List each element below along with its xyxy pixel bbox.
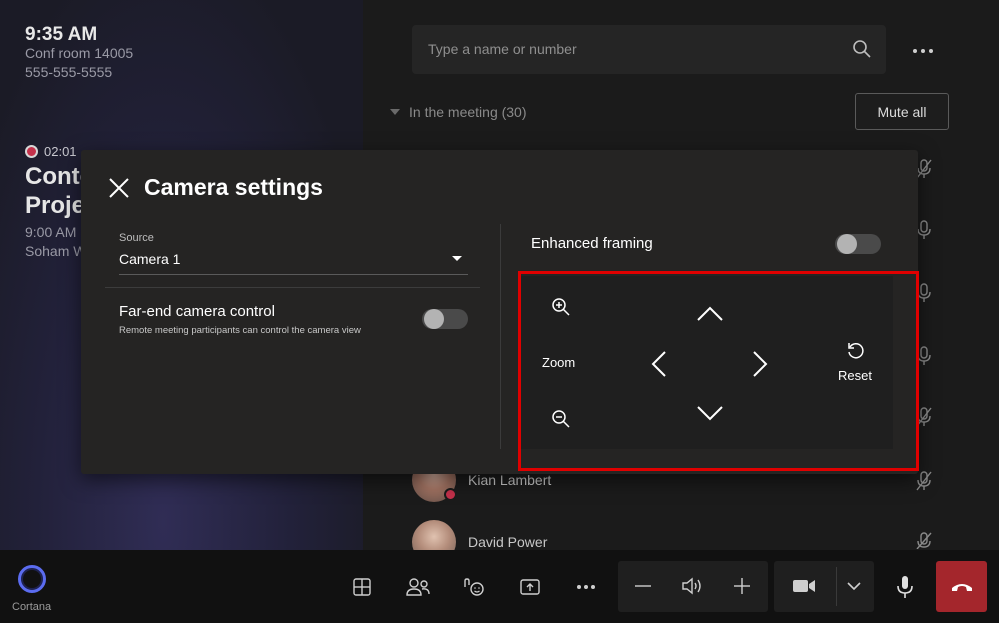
- more-icon: [577, 585, 595, 589]
- reactions-button[interactable]: [452, 562, 496, 612]
- volume-down-button[interactable]: [621, 561, 665, 611]
- source-label: Source: [119, 232, 154, 244]
- camera-options-button[interactable]: [834, 561, 874, 611]
- search-box[interactable]: Type a name or number: [412, 25, 886, 74]
- recording-time: 02:01: [44, 144, 77, 159]
- hangup-icon: [951, 583, 972, 591]
- camera-control-group: [774, 561, 874, 612]
- participant-name: David Power: [468, 534, 548, 550]
- fecc-title: Far-end camera control: [119, 303, 275, 320]
- layout-icon: [353, 578, 371, 596]
- more-button[interactable]: [564, 562, 608, 612]
- meeting-time: 9:00 AM: [25, 224, 77, 240]
- cortana-label: Cortana: [12, 601, 52, 613]
- zoom-in-icon[interactable]: [549, 295, 573, 319]
- pan-left-icon[interactable]: [649, 349, 669, 379]
- pan-right-icon[interactable]: [750, 349, 770, 379]
- speaker-icon: [682, 577, 701, 595]
- divider: [105, 287, 480, 288]
- search-placeholder[interactable]: Type a name or number: [428, 41, 577, 57]
- people-button[interactable]: [396, 562, 440, 612]
- volume-down-icon: [635, 585, 651, 587]
- participant-name: Kian Lambert: [468, 472, 552, 488]
- presence-busy-badge: [444, 488, 457, 501]
- fecc-description: Remote meeting participants can control …: [119, 325, 361, 336]
- enhanced-framing-toggle[interactable]: [835, 234, 881, 254]
- room-name: Conf room 14005: [25, 45, 134, 61]
- mute-all-button[interactable]: Mute all: [855, 93, 949, 130]
- camera-settings-dialog: Camera settings Source Camera 1 Far-end …: [81, 150, 918, 474]
- toggle-knob: [837, 234, 857, 254]
- recording-indicator: 02:01: [25, 144, 77, 159]
- in-meeting-label: In the meeting (30): [409, 104, 527, 120]
- ptz-control-panel: Zoom Reset: [520, 276, 893, 449]
- layout-button[interactable]: [340, 562, 384, 612]
- meeting-controls-bar: Cortana: [0, 550, 999, 623]
- search-icon[interactable]: [852, 39, 872, 64]
- share-button[interactable]: [508, 562, 552, 612]
- teams-room-screen: 9:35 AM Conf room 14005 555-555-5555 02:…: [0, 0, 999, 623]
- room-phone: 555-555-5555: [25, 64, 113, 80]
- cortana-icon[interactable]: [18, 565, 46, 593]
- share-icon: [520, 579, 540, 595]
- chevron-down-icon: [847, 582, 861, 590]
- reactions-icon: [464, 578, 484, 596]
- people-icon: [406, 578, 430, 596]
- pan-up-icon[interactable]: [695, 304, 725, 324]
- clock: 9:35 AM: [25, 24, 98, 45]
- record-icon: [25, 145, 38, 158]
- speaker-button[interactable]: [671, 561, 715, 611]
- mic-icon: [897, 576, 913, 598]
- dialog-title: Camera settings: [144, 174, 323, 200]
- reset-label[interactable]: Reset: [838, 368, 872, 383]
- toggle-knob: [424, 309, 444, 329]
- meeting-organizer: Soham W: [25, 243, 87, 259]
- hangup-button[interactable]: [936, 561, 987, 612]
- close-icon[interactable]: [109, 178, 129, 198]
- chevron-down-icon: [390, 109, 400, 115]
- pan-down-icon[interactable]: [695, 403, 725, 423]
- fecc-toggle[interactable]: [422, 309, 468, 329]
- zoom-out-icon[interactable]: [549, 407, 573, 431]
- mic-off-icon[interactable]: [914, 470, 934, 497]
- volume-up-button[interactable]: [720, 561, 764, 611]
- camera-toggle-button[interactable]: [782, 561, 826, 611]
- dropdown-underline: [119, 274, 468, 275]
- volume-control-group: [618, 561, 768, 612]
- zoom-label: Zoom: [542, 355, 576, 370]
- mic-button[interactable]: [883, 562, 927, 612]
- vertical-divider: [500, 224, 501, 449]
- volume-up-icon: [734, 578, 750, 594]
- camera-icon: [793, 580, 815, 592]
- reset-icon[interactable]: [845, 340, 867, 362]
- enhanced-framing-label: Enhanced framing: [531, 235, 653, 252]
- dropdown-caret-icon[interactable]: [452, 256, 462, 261]
- in-meeting-header[interactable]: In the meeting (30): [390, 104, 527, 120]
- more-options-icon[interactable]: [912, 39, 934, 60]
- source-dropdown[interactable]: Camera 1: [119, 251, 180, 267]
